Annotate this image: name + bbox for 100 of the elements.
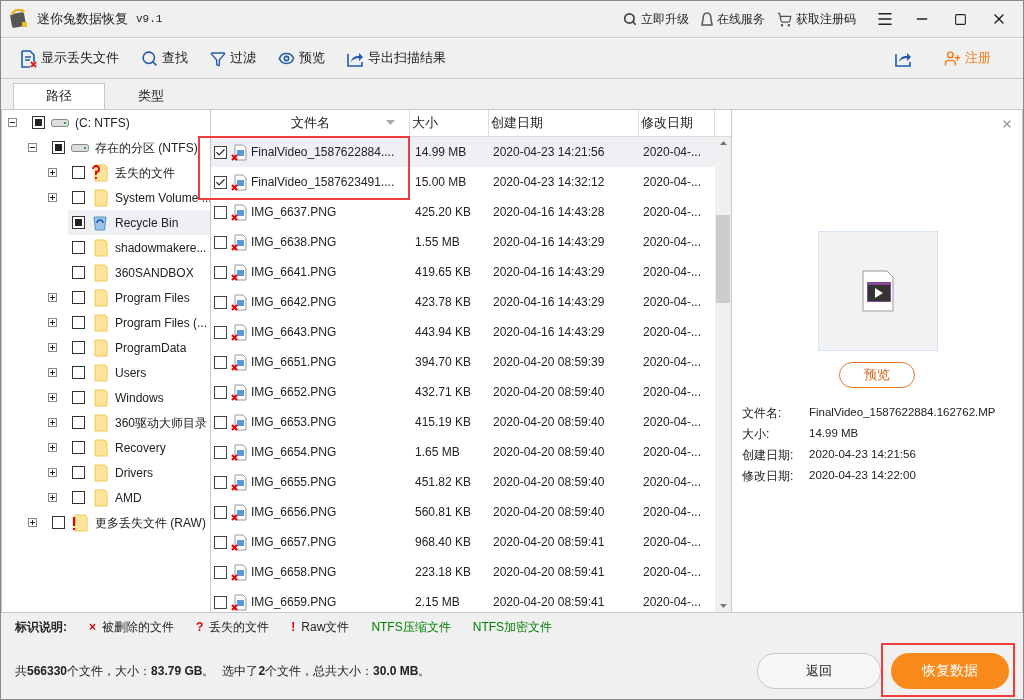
tree-item[interactable]: Program Files <box>68 285 210 310</box>
tree-checkbox[interactable] <box>72 416 85 429</box>
title-link[interactable]: 获取注册码 <box>777 10 856 28</box>
row-checkbox[interactable] <box>214 355 227 369</box>
expand-toggle[interactable] <box>48 418 57 427</box>
title-link[interactable]: 立即升级 <box>623 10 689 28</box>
tree-item[interactable]: 360驱动大师目录 <box>68 410 210 435</box>
tree-checkbox[interactable] <box>72 466 85 479</box>
tree-item[interactable]: Recycle Bin <box>68 210 210 235</box>
tree-checkbox[interactable] <box>52 141 65 154</box>
file-row[interactable]: IMG_6651.PNG 394.70 KB 2020-04-20 08:59:39 2020-04-... <box>211 347 715 377</box>
row-checkbox[interactable] <box>214 535 227 549</box>
expand-toggle[interactable] <box>48 193 57 202</box>
tree-item[interactable]: AMD <box>68 485 210 510</box>
row-checkbox[interactable] <box>214 445 227 459</box>
tree-item[interactable]: ProgramData <box>68 335 210 360</box>
file-row[interactable]: IMG_6654.PNG 1.65 MB 2020-04-20 08:59:40 2020-04-... <box>211 437 715 467</box>
toolbar-button[interactable]: 过滤 <box>210 49 256 68</box>
collapse-toggle[interactable] <box>8 118 17 127</box>
row-checkbox[interactable] <box>214 175 227 189</box>
tree-checkbox[interactable] <box>72 491 85 504</box>
tree-checkbox[interactable] <box>72 316 85 329</box>
tree-checkbox[interactable] <box>72 216 85 229</box>
tree-checkbox[interactable] <box>72 441 85 454</box>
row-checkbox[interactable] <box>214 475 227 489</box>
row-checkbox[interactable] <box>214 325 227 339</box>
tree-item[interactable]: (C: NTFS) <box>28 110 210 135</box>
tree-checkbox[interactable] <box>72 191 85 204</box>
tree-checkbox[interactable] <box>72 391 85 404</box>
toolbar-button[interactable]: 预览 <box>278 49 325 68</box>
tree-item[interactable]: System Volume ... <box>68 185 210 210</box>
toolbar-button[interactable]: 查找 <box>141 49 188 68</box>
back-button[interactable]: 返回 <box>757 653 881 689</box>
file-row[interactable]: IMG_6637.PNG 425.20 KB 2020-04-16 14:43:28 2020-04-... <box>211 197 715 227</box>
expand-toggle[interactable] <box>48 393 57 402</box>
row-checkbox[interactable] <box>214 505 227 519</box>
expand-toggle[interactable] <box>48 293 57 302</box>
file-row[interactable]: IMG_6641.PNG 419.65 KB 2020-04-16 14:43:29 2020-04-... <box>211 257 715 287</box>
toolbar-button[interactable]: 导出扫描结果 <box>347 49 446 68</box>
detail-label: 大小: <box>742 426 771 443</box>
file-row[interactable]: IMG_6652.PNG 432.71 KB 2020-04-20 08:59:40 2020-04-... <box>211 377 715 407</box>
scrollbar-thumb[interactable] <box>716 215 730 303</box>
tree-checkbox[interactable] <box>72 341 85 354</box>
collapse-toggle[interactable] <box>28 143 37 152</box>
row-checkbox[interactable] <box>214 205 227 219</box>
scrollbar[interactable] <box>715 137 731 612</box>
row-checkbox[interactable] <box>214 295 227 309</box>
tree-item[interactable]: 360SANDBOX <box>68 260 210 285</box>
expand-toggle[interactable] <box>48 168 57 177</box>
expand-toggle[interactable] <box>48 493 57 502</box>
row-checkbox[interactable] <box>214 595 227 609</box>
tree-checkbox[interactable] <box>72 166 85 179</box>
tree-checkbox[interactable] <box>32 116 45 129</box>
row-checkbox[interactable] <box>214 385 227 399</box>
tree-item[interactable]: 丢失的文件 <box>68 160 210 185</box>
file-row[interactable]: IMG_6656.PNG 560.81 KB 2020-04-20 08:59:40 2020-04-... <box>211 497 715 527</box>
expand-toggle[interactable] <box>48 318 57 327</box>
tree-item[interactable]: Windows <box>68 385 210 410</box>
tree-item[interactable]: Drivers <box>68 460 210 485</box>
scroll-down-arrow-icon[interactable] <box>719 604 727 608</box>
file-row[interactable]: IMG_6653.PNG 415.19 KB 2020-04-20 08:59:40 2020-04-... <box>211 407 715 437</box>
file-row[interactable]: IMG_6657.PNG 968.40 KB 2020-04-20 08:59:41 2020-04-... <box>211 527 715 557</box>
tree-item[interactable]: 更多丢失文件 (RAW) <box>48 510 210 535</box>
file-name: IMG_6651.PNG <box>251 354 337 371</box>
maximize-icon[interactable] <box>954 12 967 26</box>
file-row[interactable]: FinalVideo_1587623491.... 15.00 MB 2020-04-23 14:32:12 2020-04-... <box>211 167 715 197</box>
file-row[interactable]: FinalVideo_1587622884.... 14.99 MB 2020-04-23 14:21:56 2020-04-... <box>211 137 715 167</box>
tree-item[interactable]: shadowmakere... <box>68 235 210 260</box>
tree-item[interactable]: Program Files (... <box>68 310 210 335</box>
row-checkbox[interactable] <box>214 235 227 249</box>
title-link[interactable]: 在线服务 <box>701 10 765 28</box>
column-header[interactable]: 文件名 <box>211 110 410 137</box>
file-row[interactable]: IMG_6638.PNG 1.55 MB 2020-04-16 14:43:29 2020-04-... <box>211 227 715 257</box>
file-row[interactable]: IMG_6658.PNG 223.18 KB 2020-04-20 08:59:41 2020-04-... <box>211 557 715 587</box>
tree-item[interactable]: 存在的分区 (NTFS) <box>48 135 210 160</box>
menu-icon[interactable] <box>876 10 894 28</box>
tree-checkbox[interactable] <box>72 241 85 254</box>
file-row[interactable]: IMG_6643.PNG 443.94 KB 2020-04-16 14:43:29 2020-04-... <box>211 317 715 347</box>
expand-toggle[interactable] <box>28 518 37 527</box>
file-row[interactable]: IMG_6659.PNG 2.15 MB 2020-04-20 08:59:41 2020-04-... <box>211 587 715 612</box>
file-row[interactable]: IMG_6642.PNG 423.78 KB 2020-04-16 14:43:29 2020-04-... <box>211 287 715 317</box>
tab[interactable]: 路径 <box>13 83 105 109</box>
toolbar-button[interactable]: 显示丢失文件 <box>21 49 119 68</box>
tree-checkbox[interactable] <box>72 366 85 379</box>
expand-toggle[interactable] <box>48 368 57 377</box>
tree-checkbox[interactable] <box>72 266 85 279</box>
tree-item[interactable]: Recovery <box>68 435 210 460</box>
expand-toggle[interactable] <box>48 443 57 452</box>
row-checkbox[interactable] <box>214 265 227 279</box>
expand-toggle[interactable] <box>48 468 57 477</box>
tab[interactable]: 类型 <box>105 83 197 109</box>
tree-checkbox[interactable] <box>52 516 65 529</box>
scroll-up-arrow-icon[interactable] <box>719 141 727 145</box>
row-checkbox[interactable] <box>214 565 227 579</box>
tree-checkbox[interactable] <box>72 291 85 304</box>
row-checkbox[interactable] <box>214 415 227 429</box>
expand-toggle[interactable] <box>48 343 57 352</box>
row-checkbox[interactable] <box>214 145 227 159</box>
file-row[interactable]: IMG_6655.PNG 451.82 KB 2020-04-20 08:59:40 2020-04-... <box>211 467 715 497</box>
tree-item[interactable]: Users <box>68 360 210 385</box>
